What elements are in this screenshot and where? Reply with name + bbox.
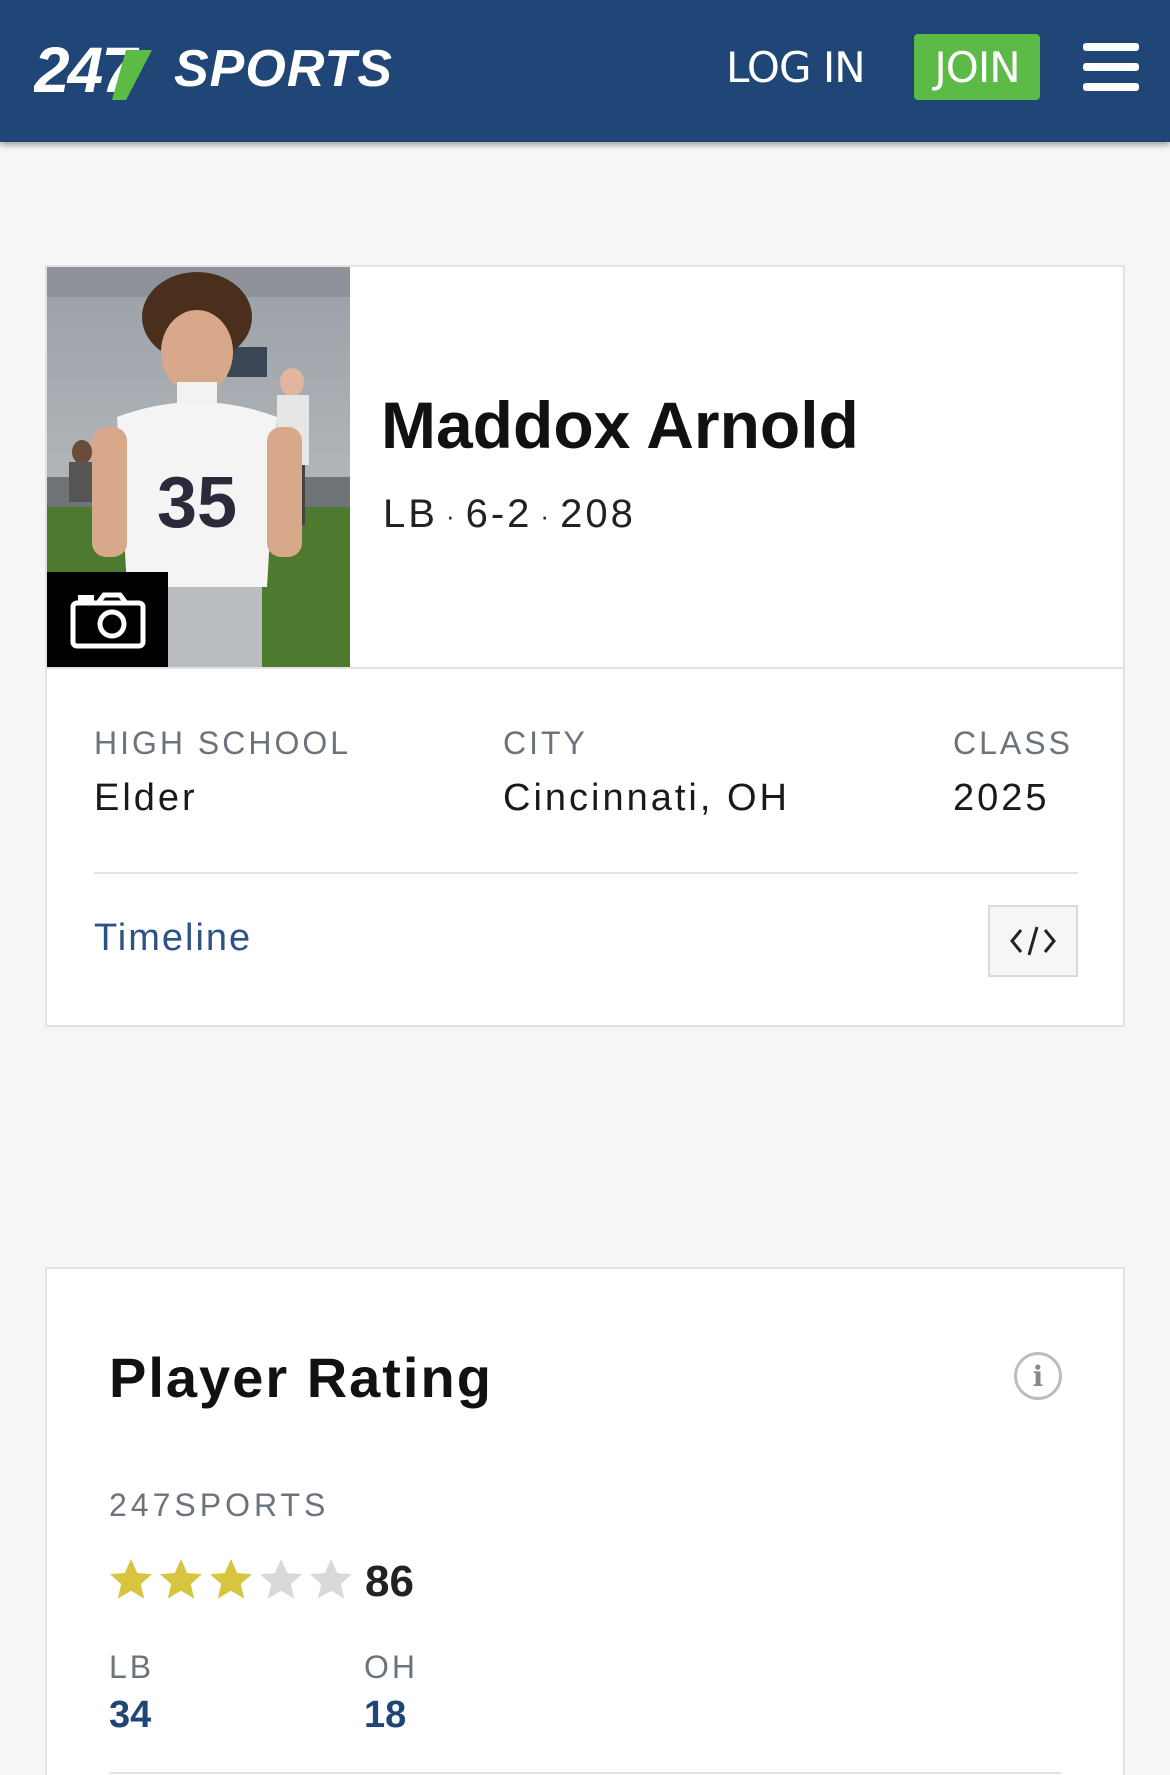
- player-profile-card: 35 Maddox Arnold LB · 6-2 · 208 HIGH SCHOOL …: [45, 265, 1125, 1027]
- city-value: Cincinnati, OH: [503, 777, 790, 819]
- info-icon[interactable]: i: [1014, 1352, 1062, 1400]
- star-rating: [107, 1556, 357, 1604]
- jersey-number: 35: [157, 463, 237, 543]
- camera-icon: [70, 592, 145, 648]
- top-nav-bar: 247 SPORTS LOG IN JOIN: [0, 0, 1170, 142]
- divider: [94, 872, 1078, 874]
- code-icon: [1010, 926, 1056, 956]
- high-school-value: Elder: [94, 777, 198, 819]
- star-empty-icon: [260, 1559, 302, 1599]
- high-school-label: HIGH SCHOOL: [94, 725, 352, 761]
- rating-score: 86: [365, 1557, 414, 1606]
- timeline-link[interactable]: Timeline: [94, 917, 252, 960]
- divider: [109, 1772, 1061, 1774]
- player-measurables: LB · 6-2 · 208: [383, 492, 636, 536]
- rating-source-label: 247SPORTS: [109, 1487, 330, 1523]
- rating-title: Player Rating: [109, 1346, 493, 1409]
- star-filled-icon: [210, 1559, 252, 1599]
- position-rank-value[interactable]: 34: [109, 1694, 151, 1737]
- logo-word: SPORTS: [174, 40, 393, 98]
- state-rank-label: OH: [364, 1649, 418, 1685]
- star-empty-icon: [310, 1559, 352, 1599]
- position-rank-label: LB: [109, 1649, 155, 1685]
- login-link[interactable]: LOG IN: [726, 43, 866, 92]
- state-rank-value[interactable]: 18: [364, 1694, 406, 1737]
- site-logo[interactable]: 247 SPORTS: [34, 30, 454, 110]
- player-weight: 208: [560, 492, 636, 536]
- class-label: CLASS: [953, 725, 1073, 761]
- player-height: 6-2: [465, 492, 533, 536]
- photo-gallery-button[interactable]: [47, 572, 168, 667]
- embed-button[interactable]: [988, 905, 1078, 977]
- player-rating-card: Player Rating i 247SPORTS 86 LB 34 OH 18: [45, 1267, 1125, 1775]
- player-name: Maddox Arnold: [381, 388, 859, 462]
- divider: [47, 667, 1123, 669]
- player-position: LB: [383, 492, 438, 536]
- star-filled-icon: [110, 1559, 152, 1599]
- star-filled-icon: [160, 1559, 202, 1599]
- class-value: 2025: [953, 777, 1050, 819]
- city-label: CITY: [503, 725, 588, 761]
- join-button[interactable]: JOIN: [914, 34, 1040, 100]
- player-photo[interactable]: 35: [47, 267, 350, 667]
- hamburger-menu-icon[interactable]: [1083, 43, 1139, 91]
